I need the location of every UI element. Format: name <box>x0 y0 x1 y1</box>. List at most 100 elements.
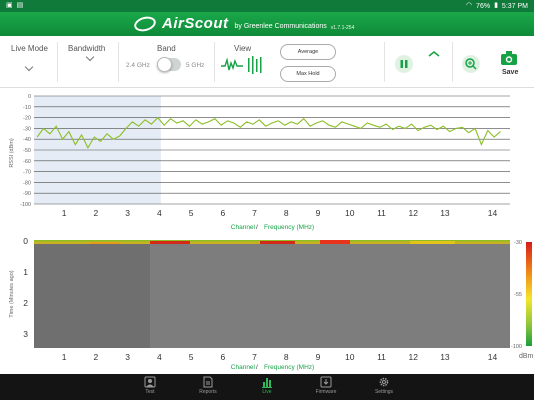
channel-tick-label: 11 <box>377 208 386 218</box>
app-publisher: by Greenlee Communications <box>234 23 327 30</box>
channel-tick-label: 3 <box>125 208 130 218</box>
channel-tick-label: 2 <box>94 352 99 362</box>
scale-mid-label: -55 <box>514 292 522 298</box>
image-icon: ▤ <box>16 2 24 9</box>
nav-test-label: Test <box>145 389 155 395</box>
color-scale-bar <box>526 242 532 346</box>
channel-tick-label: 14 <box>488 352 498 362</box>
person-icon <box>144 376 156 388</box>
channel-tick-label: 13 <box>440 352 450 362</box>
waterfall-band-highlight <box>34 240 150 348</box>
app-name: AirScout <box>162 15 229 32</box>
live-mode-chevron-icon[interactable] <box>24 62 34 72</box>
nav-test[interactable]: Test <box>130 376 170 395</box>
live-mode-dropdown[interactable]: Live Mode <box>11 44 48 53</box>
channel-tick-label: 12 <box>408 208 418 218</box>
battery-percent: 76% <box>476 2 491 10</box>
channel-tick-label: 10 <box>345 208 355 218</box>
rssi-chart[interactable]: 0 -10 -20 -30 -40 -50 -60 -70 -80 -90 -100 RSSI (d… <box>0 88 534 236</box>
channel-tick-label: 10 <box>345 352 355 362</box>
top-caption-channel: Channel <box>231 224 256 231</box>
bandwidth-dropdown[interactable]: Bandwidth <box>68 44 105 53</box>
bottom-caption-sep: / <box>256 364 258 371</box>
channel-tick-label: 3 <box>125 352 130 362</box>
toolbar: Live Mode Bandwidth Band 2.4 GHz 5 GHz V… <box>0 36 534 88</box>
band-24-label: 2.4 GHz <box>126 62 150 69</box>
band-label: Band <box>157 44 176 53</box>
waterfall-hot-1 <box>150 241 190 244</box>
channel-tick-label: 6 <box>220 208 225 218</box>
notification-icon: ▣ <box>6 2 13 9</box>
view-label: View <box>234 44 252 53</box>
top-caption-frequency: Frequency (MHz) <box>264 224 314 231</box>
time-tick-label: 1 <box>23 267 28 277</box>
wifi-icon: ◠ <box>465 2 473 9</box>
collapse-icon[interactable] <box>428 50 440 58</box>
rssi-tick-label: -30 <box>23 126 31 132</box>
channel-tick-label: 7 <box>252 208 257 218</box>
rssi-tick-label: -10 <box>23 105 31 111</box>
channel-tick-label: 8 <box>284 208 289 218</box>
nav-settings-label: Settings <box>374 389 394 395</box>
scale-bottom-label: -100 <box>511 344 522 350</box>
toggle-knob <box>157 57 172 72</box>
status-bar: ▣ ▤ ◠ 76% ▮ 5:37 PM <box>0 0 534 12</box>
divider <box>384 42 385 82</box>
waterfall-hot-3 <box>320 240 350 244</box>
time-tick-label: 3 <box>23 329 28 339</box>
bottom-navigation: Test Reports Live Firmware Settings <box>0 374 534 400</box>
nav-settings[interactable]: Settings <box>364 376 404 395</box>
battery-icon: ▮ <box>494 2 498 9</box>
rssi-axis-label: RSSI (dBm) <box>9 138 15 168</box>
waveform-view-icon[interactable] <box>221 58 243 72</box>
save-button[interactable]: Save <box>502 69 518 76</box>
nav-firmware[interactable]: Firmware <box>306 376 346 395</box>
bandwidth-chevron-icon[interactable] <box>85 52 95 62</box>
channel-tick-label: 9 <box>316 352 321 362</box>
channel-tick-label: 2 <box>94 208 99 218</box>
rssi-tick-label: -70 <box>23 170 31 176</box>
rssi-tick-label: -20 <box>23 116 31 122</box>
pause-icon <box>400 60 408 68</box>
clock: 5:37 PM <box>501 2 528 10</box>
top-caption-sep: / <box>256 224 258 231</box>
bar-chart-icon <box>262 378 272 388</box>
scale-unit-label: dBm <box>519 353 534 360</box>
rssi-tick-label: -40 <box>23 137 31 143</box>
waterfall-chart[interactable]: 0123 Time (Minutes ago) 1 2 3 4 5 6 7 8 9 10 11 12 1… <box>0 236 534 374</box>
nav-live[interactable]: Live <box>247 376 287 395</box>
waterfall-view-icon[interactable] <box>247 56 263 74</box>
time-tick-label: 2 <box>23 298 28 308</box>
time-tick-label: 0 <box>23 236 28 246</box>
channel-tick-label: 1 <box>62 352 67 362</box>
nav-reports-label: Reports <box>199 389 217 395</box>
channel-tick-label: 6 <box>220 352 225 362</box>
rssi-tick-label: -90 <box>23 191 31 197</box>
nav-live-label: Live <box>262 389 272 395</box>
waterfall-warm-2 <box>410 241 455 244</box>
pause-button[interactable] <box>395 55 413 73</box>
rssi-tick-label: -100 <box>20 202 31 208</box>
title-bar: AirScout by Greenlee Communications v1.7… <box>0 12 534 36</box>
channel-tick-label: 4 <box>157 208 162 218</box>
waterfall-warm-1 <box>90 242 120 244</box>
nav-reports[interactable]: Reports <box>188 376 228 395</box>
divider <box>452 42 453 82</box>
channel-tick-label: 11 <box>377 352 386 362</box>
rssi-tick-label: 0 <box>28 94 31 100</box>
zoom-in-icon <box>465 58 477 70</box>
nav-firmware-label: Firmware <box>315 389 337 395</box>
channel-tick-label: 5 <box>189 208 194 218</box>
average-button[interactable]: Average <box>280 44 336 60</box>
band-toggle[interactable] <box>157 57 181 72</box>
channel-tick-label: 1 <box>62 208 67 218</box>
gear-icon <box>379 377 389 387</box>
zoom-button[interactable] <box>462 55 480 73</box>
divider <box>214 42 215 82</box>
channel-tick-label: 7 <box>252 352 257 362</box>
channel-tick-label: 12 <box>408 352 418 362</box>
max-hold-button[interactable]: Max Hold <box>280 66 336 82</box>
app-version: v1.7.1-254 <box>330 24 355 31</box>
bottom-caption-frequency: Frequency (MHz) <box>264 364 314 371</box>
camera-icon[interactable] <box>500 50 518 66</box>
